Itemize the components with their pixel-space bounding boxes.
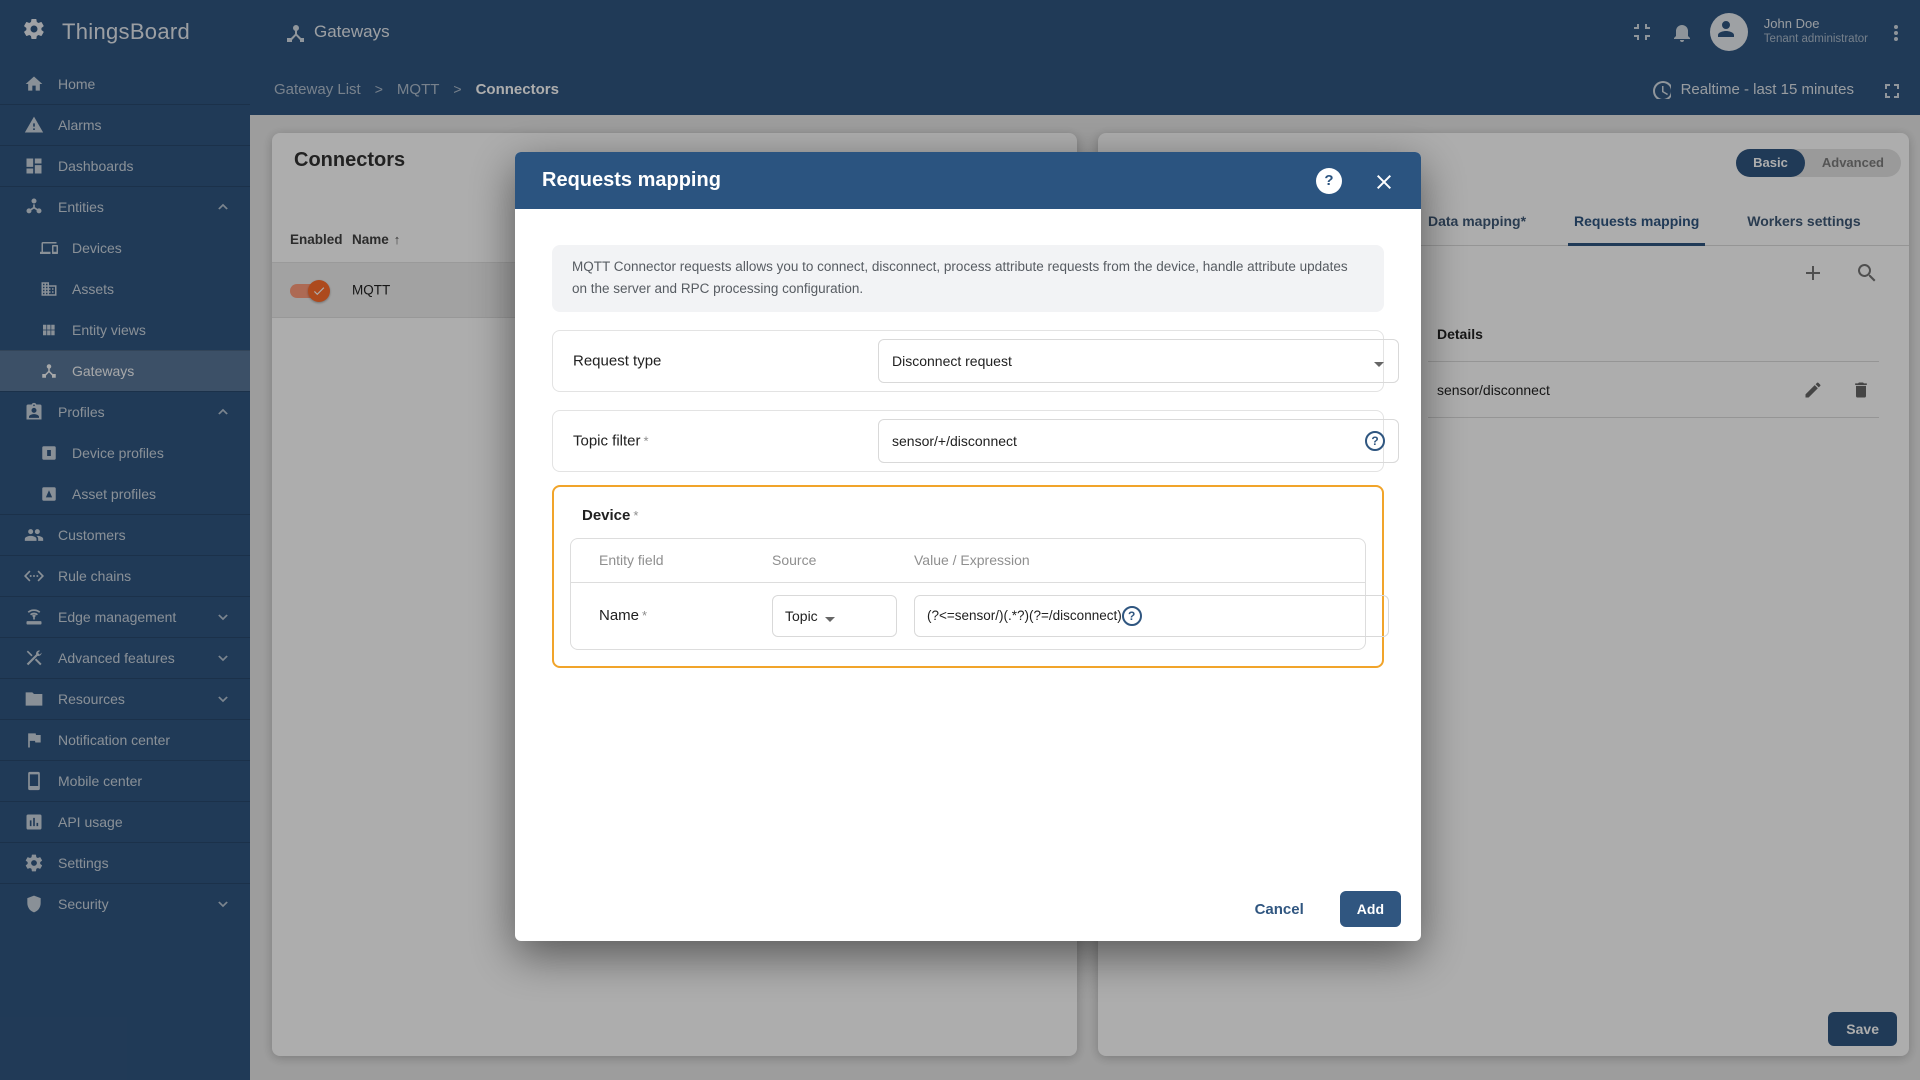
device-column-value-expression: Value / Expression: [914, 552, 1030, 569]
expression-input[interactable]: (?<=sensor/)(.*?)(?=/disconnect): [914, 594, 1389, 637]
required-mark: *: [642, 608, 648, 624]
device-table-header: Entity field Source Value / Expression: [571, 539, 1365, 583]
entity-field-name: Name *: [599, 607, 648, 625]
expression-value: (?<=sensor/)(.*?)(?=/disconnect): [927, 608, 1122, 624]
help-outline-icon[interactable]: [1121, 605, 1142, 626]
request-type-select[interactable]: Disconnect request: [878, 338, 1399, 383]
requests-mapping-dialog: Requests mapping MQTT Connector requests…: [515, 152, 1421, 941]
request-type-label: Request type: [573, 352, 662, 370]
dialog-header: Requests mapping: [515, 152, 1421, 209]
dropdown-arrow-icon: [824, 616, 835, 622]
topic-filter-field: Topic filter * sensor/+/disconnect: [552, 409, 1399, 472]
device-section: Device * Entity field Source Value / Expres…: [552, 484, 1389, 668]
info-banner: MQTT Connector requests allows you to co…: [552, 245, 1384, 312]
source-value: Topic: [785, 607, 818, 624]
request-type-field: Request type Disconnect request: [552, 329, 1399, 392]
add-button[interactable]: Add: [1339, 891, 1401, 927]
topic-filter-value: sensor/+/disconnect: [892, 432, 1017, 449]
required-mark: *: [643, 433, 649, 449]
device-column-source: Source: [772, 552, 817, 569]
help-icon[interactable]: [1316, 167, 1342, 194]
dropdown-arrow-icon: [1374, 361, 1384, 367]
close-icon[interactable]: [1372, 170, 1394, 192]
required-mark: *: [633, 507, 639, 523]
dialog-title: Requests mapping: [542, 169, 721, 191]
device-column-entity-field: Entity field: [599, 552, 664, 569]
dialog-body: MQTT Connector requests allows you to co…: [515, 245, 1421, 668]
topic-filter-label: Topic filter *: [573, 432, 649, 450]
help-outline-icon[interactable]: [1365, 430, 1385, 451]
source-select[interactable]: Topic: [772, 594, 897, 637]
device-mapping-table: Entity field Source Value / Expression Nam…: [570, 537, 1389, 650]
dialog-footer: Cancel Add: [1249, 891, 1401, 927]
device-table-row: Name * Topic (?<=sensor/)(.*?)(?=/disconn…: [571, 583, 1389, 649]
topic-filter-input[interactable]: sensor/+/disconnect: [878, 418, 1399, 463]
device-section-title: Device *: [582, 506, 639, 524]
cancel-button[interactable]: Cancel: [1249, 900, 1310, 919]
request-type-value: Disconnect request: [892, 352, 1012, 369]
